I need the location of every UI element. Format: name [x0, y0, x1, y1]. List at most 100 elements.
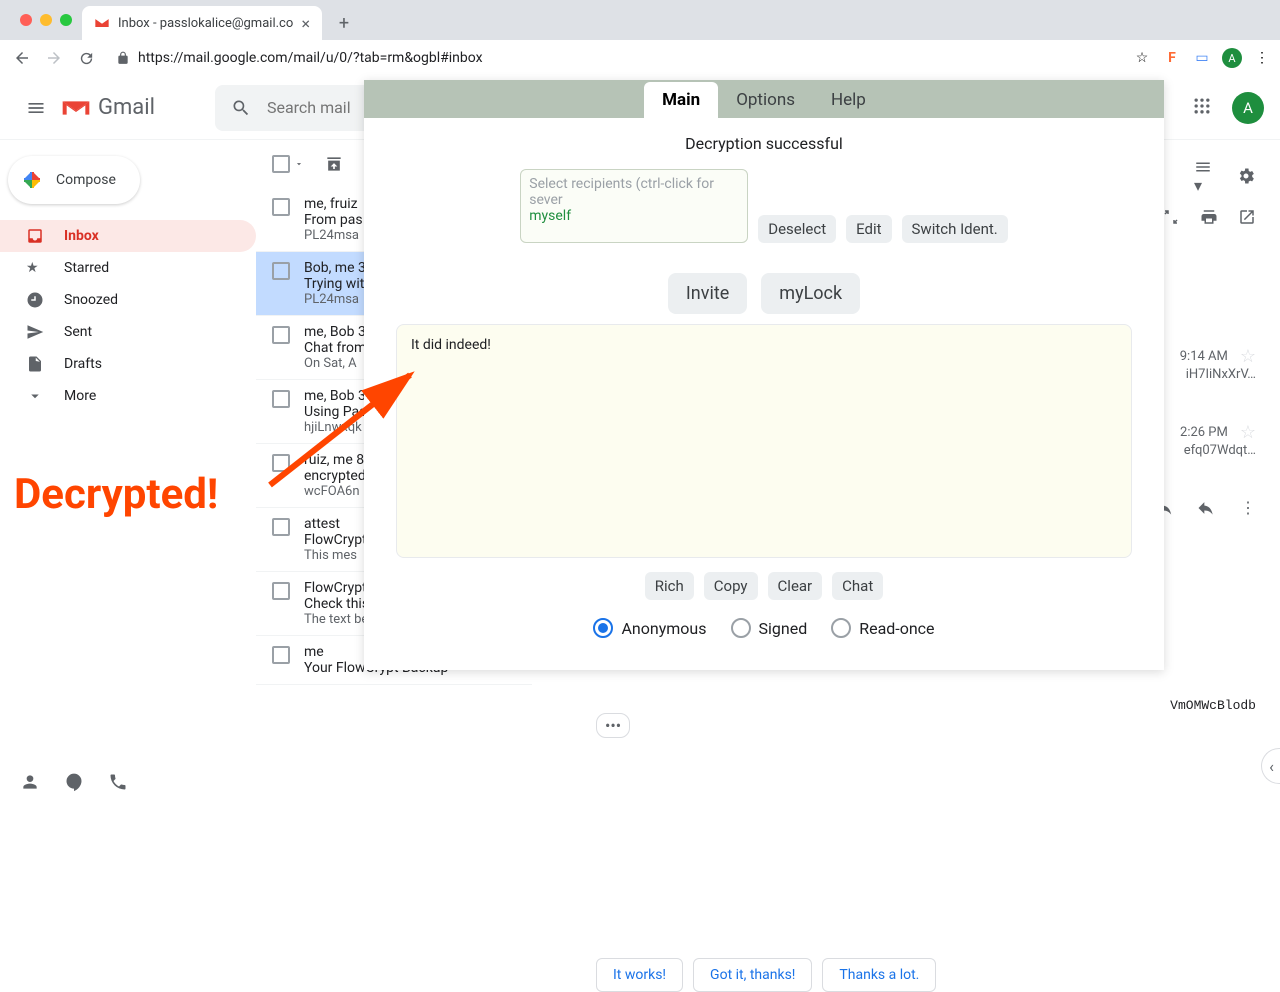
- compose-button[interactable]: Compose: [8, 156, 140, 204]
- select-all-checkbox[interactable]: [272, 155, 304, 173]
- copy-button[interactable]: Copy: [704, 572, 758, 600]
- expand-icon[interactable]: [1162, 208, 1180, 226]
- sidebar-item-more[interactable]: More: [0, 380, 256, 412]
- archive-icon[interactable]: [324, 154, 344, 174]
- mode-signed[interactable]: Signed: [731, 618, 808, 638]
- radio-icon: [593, 618, 613, 638]
- hangouts-icon[interactable]: [64, 772, 84, 792]
- message-time: 2:26 PM: [1180, 425, 1228, 440]
- sidebar-footer: [20, 772, 128, 792]
- close-window-icon[interactable]: [20, 14, 32, 26]
- profile-avatar[interactable]: A: [1232, 92, 1264, 124]
- sidebar-label: Inbox: [64, 228, 99, 244]
- mail-checkbox[interactable]: [272, 646, 292, 676]
- radio-icon: [831, 618, 851, 638]
- sidebar-item-sent[interactable]: Sent: [0, 316, 256, 348]
- invite-button[interactable]: Invite: [668, 273, 747, 314]
- tab-options[interactable]: Options: [718, 82, 813, 118]
- expand-trimmed-icon[interactable]: •••: [596, 713, 630, 738]
- switch-identity-button[interactable]: Switch Ident.: [902, 215, 1008, 243]
- radio-icon: [731, 618, 751, 638]
- clock-icon: [26, 291, 46, 309]
- mail-checkbox[interactable]: [272, 262, 292, 307]
- mail-checkbox[interactable]: [272, 582, 292, 627]
- decrypted-message-box[interactable]: It did indeed!: [396, 324, 1132, 558]
- message-time: 9:14 AM: [1180, 349, 1228, 364]
- reload-button[interactable]: [72, 44, 100, 72]
- deselect-button[interactable]: Deselect: [758, 215, 836, 243]
- smart-reply-button[interactable]: It works!: [596, 958, 683, 992]
- mail-checkbox[interactable]: [272, 518, 292, 563]
- annotation-decrypted: Decrypted!: [14, 470, 218, 519]
- gmail-logo[interactable]: Gmail: [60, 95, 155, 120]
- send-icon: [26, 323, 46, 341]
- chat-button[interactable]: Chat: [832, 572, 883, 600]
- decryption-status: Decryption successful: [364, 118, 1164, 169]
- recipient-placeholder: Select recipients (ctrl-click for sever: [529, 176, 739, 208]
- clear-button[interactable]: Clear: [768, 572, 823, 600]
- popout-icon[interactable]: [1238, 208, 1256, 226]
- smart-reply-button[interactable]: Thanks a lot.: [822, 958, 936, 992]
- mail-checkbox[interactable]: [272, 198, 292, 243]
- browser-menu-icon[interactable]: ⋮: [1252, 48, 1272, 68]
- sidebar-label: Snoozed: [64, 292, 118, 308]
- search-icon: [231, 98, 251, 118]
- mode-anonymous[interactable]: Anonymous: [593, 618, 706, 638]
- sidebar-item-starred[interactable]: ★Starred: [0, 252, 256, 284]
- star-icon[interactable]: ☆: [1240, 422, 1256, 443]
- sidebar-label: Starred: [64, 260, 109, 276]
- toggle-pane-icon[interactable]: ▾: [1194, 158, 1212, 195]
- sidebar-item-drafts[interactable]: Drafts: [0, 348, 256, 380]
- tab-help[interactable]: Help: [813, 82, 884, 118]
- compose-label: Compose: [56, 172, 116, 188]
- window-controls: [10, 0, 82, 40]
- edit-button[interactable]: Edit: [846, 215, 891, 243]
- sidebar-item-inbox[interactable]: Inbox: [0, 220, 256, 252]
- address-bar: https://mail.google.com/mail/u/0/?tab=rm…: [0, 40, 1280, 76]
- sidebar-item-snoozed[interactable]: Snoozed: [0, 284, 256, 316]
- tab-main[interactable]: Main: [644, 82, 718, 118]
- big-button-row: Invite myLock: [364, 273, 1164, 314]
- ext-translate-icon[interactable]: ▭: [1192, 48, 1212, 68]
- browser-tab[interactable]: Inbox - passlokalice@gmail.co ×: [82, 6, 322, 40]
- new-tab-button[interactable]: +: [330, 9, 358, 37]
- profile-avatar-small[interactable]: A: [1222, 48, 1242, 68]
- back-button[interactable]: [8, 44, 36, 72]
- settings-icon[interactable]: [1236, 166, 1256, 186]
- star-icon[interactable]: ☆: [1240, 346, 1256, 367]
- passlok-overlay: Main Options Help Decryption successful …: [364, 80, 1164, 670]
- recipient-myself[interactable]: myself: [529, 208, 739, 224]
- collapse-pane-icon[interactable]: ‹: [1261, 748, 1280, 784]
- gmail-logo-icon: [60, 96, 92, 120]
- inbox-icon: [26, 227, 46, 245]
- forward-button[interactable]: [40, 44, 68, 72]
- mode-readonce[interactable]: Read-once: [831, 618, 934, 638]
- person-icon[interactable]: [20, 772, 40, 792]
- hamburger-menu-icon[interactable]: [16, 88, 56, 128]
- recipient-select[interactable]: Select recipients (ctrl-click for sever …: [520, 169, 748, 243]
- star-icon[interactable]: ☆: [1132, 48, 1152, 68]
- gmail-logo-text: Gmail: [98, 95, 155, 120]
- maximize-window-icon[interactable]: [60, 14, 72, 26]
- minimize-window-icon[interactable]: [40, 14, 52, 26]
- sidebar-label: Sent: [64, 324, 92, 340]
- smart-reply-button[interactable]: Got it, thanks!: [693, 958, 812, 992]
- smart-replies: It works! Got it, thanks! Thanks a lot.: [596, 958, 1256, 992]
- action-row: Rich Copy Clear Chat: [364, 572, 1164, 600]
- mylock-button[interactable]: myLock: [761, 273, 860, 314]
- phone-icon[interactable]: [108, 772, 128, 792]
- rich-button[interactable]: Rich: [645, 572, 694, 600]
- gmail-favicon-icon: [94, 15, 110, 31]
- url-text: https://mail.google.com/mail/u/0/?tab=rm…: [138, 50, 483, 66]
- plus-icon: [20, 168, 44, 192]
- sidebar-label: More: [64, 388, 96, 404]
- close-tab-icon[interactable]: ×: [301, 14, 310, 33]
- apps-grid-icon[interactable]: [1192, 96, 1216, 120]
- overlay-tabs: Main Options Help: [364, 80, 1164, 118]
- reply-icon[interactable]: [1196, 498, 1216, 518]
- sidebar-label: Drafts: [64, 356, 102, 372]
- print-icon[interactable]: [1200, 208, 1218, 226]
- more-icon[interactable]: ⋮: [1240, 498, 1256, 518]
- ext-f-icon[interactable]: F: [1162, 48, 1182, 68]
- url-field[interactable]: https://mail.google.com/mail/u/0/?tab=rm…: [104, 44, 1128, 72]
